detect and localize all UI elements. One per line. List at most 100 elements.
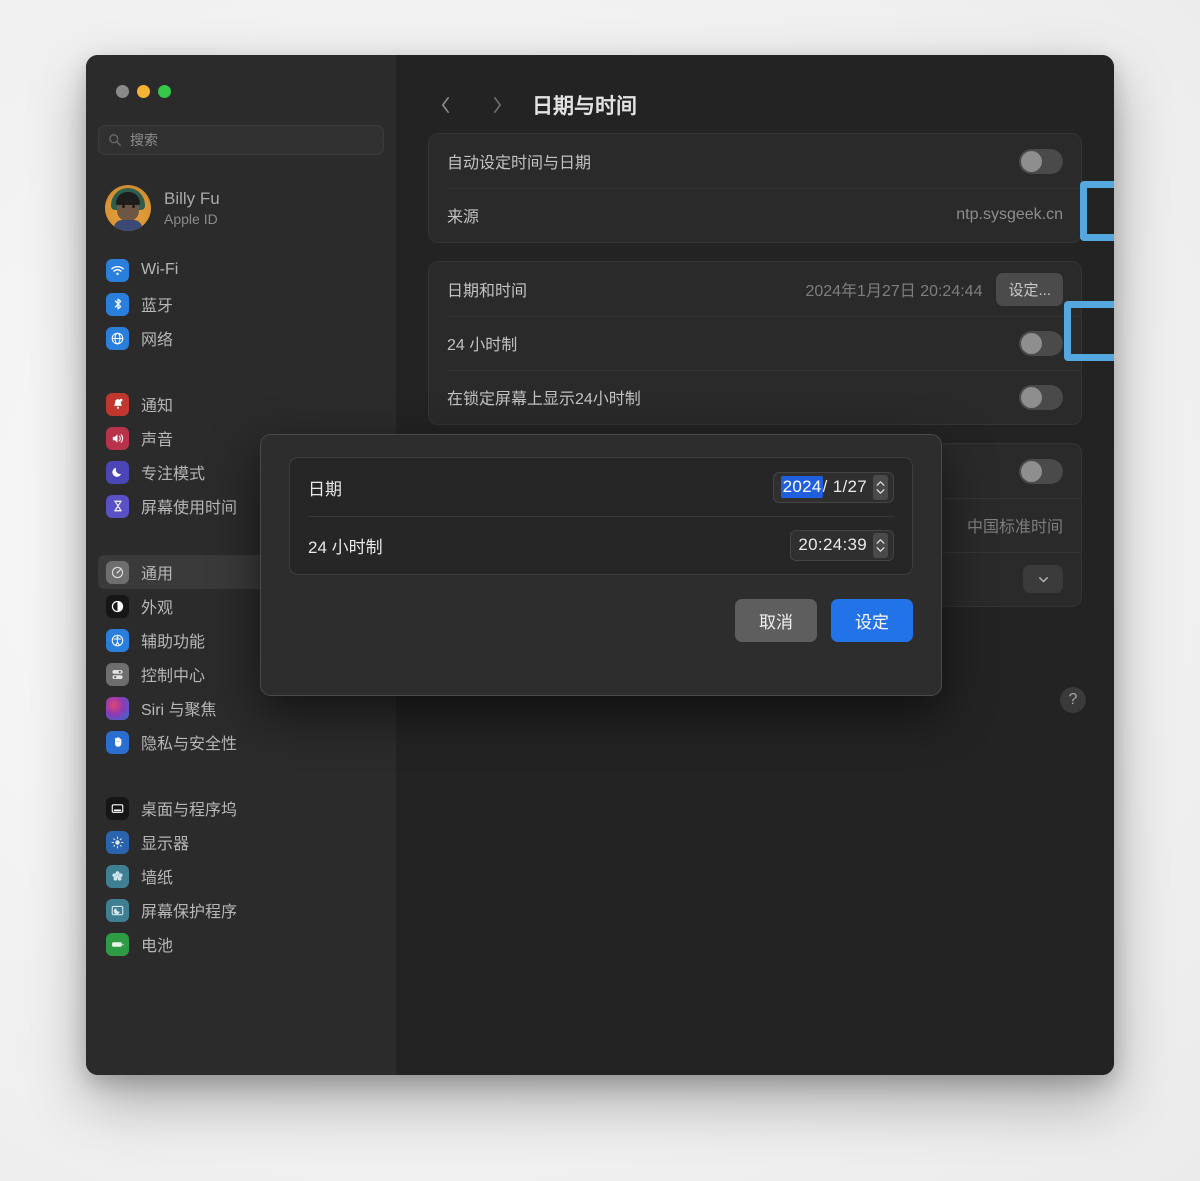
content-header: 日期与时间 — [428, 55, 1082, 133]
sidebar-item-label: 桌面与程序坞 — [141, 802, 238, 819]
desktop-dock-icon — [106, 796, 129, 820]
date-stepper[interactable] — [873, 474, 888, 500]
sidebar-item-screensaver[interactable]: 屏幕保护程序 — [98, 893, 384, 927]
auto-timezone-toggle[interactable] — [1019, 458, 1063, 484]
sidebar-item-label: 辅助功能 — [141, 634, 206, 651]
maximize-button[interactable] — [158, 85, 171, 98]
moon-icon — [106, 460, 129, 484]
time-stepper[interactable] — [873, 532, 888, 558]
stepper-down-icon — [876, 546, 885, 552]
help-button[interactable]: ? — [1060, 687, 1086, 713]
auto-set-time-toggle[interactable] — [1019, 148, 1063, 174]
dialog-actions: 取消 设定 — [289, 575, 913, 642]
timezone-value: 中国标准时间 — [966, 519, 1063, 536]
sidebar-item-bluetooth[interactable]: 蓝牙 — [98, 287, 384, 321]
search-field[interactable]: 搜索 — [98, 125, 384, 155]
search-icon — [108, 133, 122, 147]
sidebar-item-network[interactable]: 网络 — [98, 321, 384, 355]
sidebar-item-label: Wi-Fi — [141, 261, 179, 278]
sidebar-item-label: 隐私与安全性 — [141, 736, 238, 753]
sidebar-item-label: 屏幕使用时间 — [141, 500, 238, 517]
sidebar-item-displays[interactable]: 显示器 — [98, 825, 384, 859]
stepper-down-icon — [876, 488, 885, 494]
back-button[interactable] — [428, 88, 462, 122]
display-icon — [106, 830, 129, 854]
sidebar-item-wallpaper[interactable]: 墙纸 — [98, 859, 384, 893]
dialog-fields-card: 日期 2024/ 1/27 24 小时制 20:24:39 — [289, 457, 913, 575]
account-row[interactable]: Billy Fu Apple ID — [98, 177, 384, 239]
date-time-card: 日期和时间 2024年1月27日 20:24:44 设定... 24 小时制 在… — [428, 261, 1082, 425]
chevron-left-icon — [441, 96, 449, 114]
stepper-up-icon — [876, 480, 885, 486]
sidebar-item-label: 通用 — [141, 566, 174, 583]
sidebar-group-connectivity: Wi-Fi 蓝牙 网络 — [98, 253, 384, 355]
sidebar-item-label: 蓝牙 — [141, 298, 174, 315]
sidebar-group-desktop: 桌面与程序坞 显示器 墙纸 屏幕保护程序 电池 — [98, 791, 384, 961]
sidebar-item-battery[interactable]: 电池 — [98, 927, 384, 961]
row-date-and-time: 日期和时间 2024年1月27日 20:24:44 设定... — [429, 262, 1081, 316]
sidebar-item-label: 屏幕保护程序 — [141, 904, 238, 921]
close-button[interactable] — [116, 85, 129, 98]
gear-icon — [106, 560, 129, 584]
wallpaper-icon — [106, 864, 129, 888]
auto-time-card: 自动设定时间与日期 来源 ntp.sysgeek.cn — [428, 133, 1082, 243]
row-24-hour[interactable]: 24 小时制 — [429, 316, 1081, 370]
time-source-value: ntp.sysgeek.cn — [956, 206, 1063, 223]
minimize-button[interactable] — [137, 85, 150, 98]
row-label: 24 小时制 — [447, 337, 518, 354]
chevron-down-icon — [1038, 576, 1048, 582]
sidebar-item-label: Siri 与聚焦 — [141, 702, 217, 719]
sidebar-item-label: 外观 — [141, 600, 174, 617]
date-field-text[interactable]: 2024/ 1/27 — [780, 476, 867, 498]
screensaver-icon — [106, 898, 129, 922]
sidebar-item-label: 显示器 — [141, 836, 190, 853]
24-hour-toggle[interactable] — [1019, 330, 1063, 356]
dialog-cancel-button[interactable]: 取消 — [735, 599, 817, 642]
search-placeholder: 搜索 — [130, 132, 158, 148]
stepper-up-icon — [876, 538, 885, 544]
sidebar-item-notifications[interactable]: 通知 — [98, 387, 384, 421]
account-subtitle: Apple ID — [164, 210, 218, 227]
dialog-time-label: 24 小时制 — [308, 537, 383, 557]
current-datetime-value: 2024年1月27日 20:24:44 — [805, 283, 983, 300]
timezone-popup-button[interactable] — [1023, 565, 1063, 593]
sidebar-item-label: 专注模式 — [141, 466, 206, 483]
wifi-icon — [106, 258, 129, 282]
avatar — [105, 185, 151, 231]
date-year-selected[interactable]: 2024 — [780, 476, 823, 498]
row-label: 自动设定时间与日期 — [447, 155, 592, 172]
sidebar-item-privacy-security[interactable]: 隐私与安全性 — [98, 725, 384, 759]
row-24-hour-lockscreen[interactable]: 在锁定屏幕上显示24小时制 — [429, 370, 1081, 424]
date-rest[interactable]: / 1/27 — [823, 477, 867, 496]
time-field[interactable]: 20:24:39 — [790, 529, 894, 561]
row-label: 日期和时间 — [447, 283, 528, 300]
row-label: 在锁定屏幕上显示24小时制 — [447, 391, 641, 408]
speaker-icon — [106, 426, 129, 450]
set-date-time-dialog: 日期 2024/ 1/27 24 小时制 20:24:39 取消 设定 — [260, 434, 942, 696]
row-time-source: 来源 ntp.sysgeek.cn — [429, 188, 1081, 242]
time-field-text[interactable]: 20:24:39 — [798, 535, 867, 555]
row-auto-set-time[interactable]: 自动设定时间与日期 — [429, 134, 1081, 188]
sidebar-item-desktop-dock[interactable]: 桌面与程序坞 — [98, 791, 384, 825]
screen: 搜索 Billy Fu Apple ID Wi-Fi 蓝牙 网络 通知 声音 专… — [0, 0, 1200, 1181]
date-field[interactable]: 2024/ 1/27 — [772, 471, 894, 503]
sidebar-item-siri-spotlight[interactable]: Siri 与聚焦 — [98, 691, 384, 725]
forward-button[interactable] — [480, 88, 514, 122]
sidebar-item-label: 墙纸 — [141, 870, 174, 887]
sidebar-item-label: 电池 — [141, 938, 174, 955]
set-date-time-button[interactable]: 设定... — [996, 272, 1063, 306]
siri-icon — [106, 696, 129, 720]
bluetooth-icon — [106, 292, 129, 316]
sidebar-item-label: 声音 — [141, 432, 174, 449]
sidebar-item-label: 控制中心 — [141, 668, 206, 685]
bell-icon — [106, 392, 129, 416]
dialog-row-time: 24 小时制 20:24:39 — [290, 516, 912, 574]
dialog-date-label: 日期 — [308, 479, 342, 499]
dialog-row-date: 日期 2024/ 1/27 — [290, 458, 912, 516]
sidebar-item-wifi[interactable]: Wi-Fi — [98, 253, 384, 287]
chevron-right-icon — [493, 96, 501, 114]
sidebar-item-label: 网络 — [141, 332, 174, 349]
privacy-hand-icon — [106, 730, 129, 754]
dialog-confirm-button[interactable]: 设定 — [831, 599, 913, 642]
24-hour-lockscreen-toggle[interactable] — [1019, 384, 1063, 410]
